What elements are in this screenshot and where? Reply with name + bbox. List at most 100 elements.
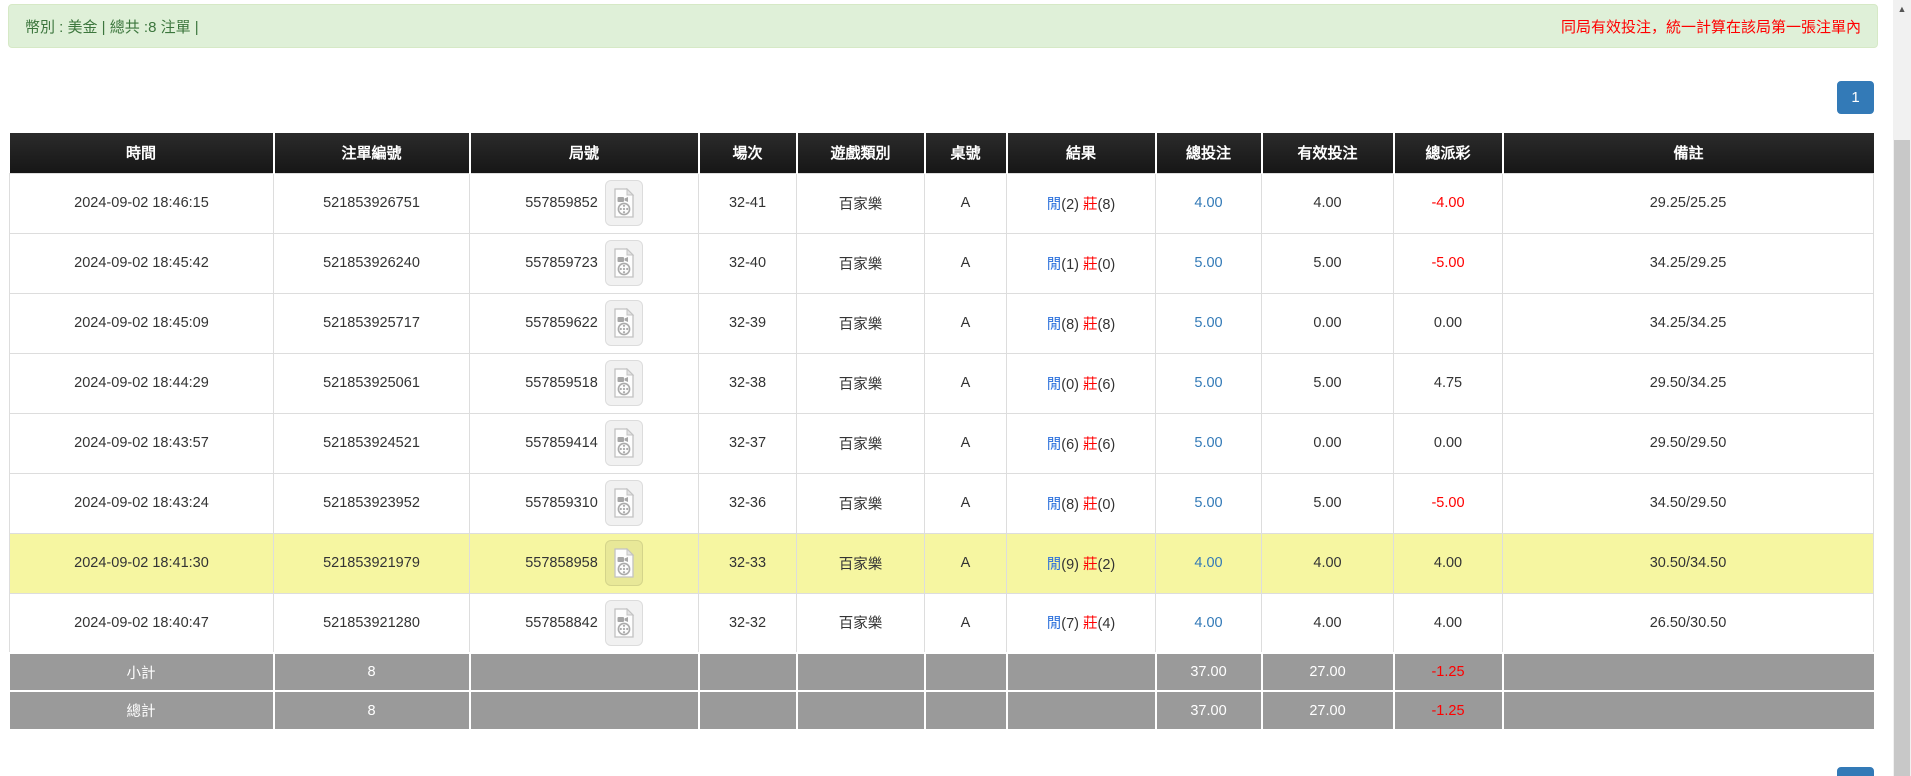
cell-bet-id: 521853925061 bbox=[273, 352, 470, 414]
video-replay-icon bbox=[614, 548, 634, 578]
footer-label: 小計 bbox=[9, 652, 275, 692]
cell-bet-id: 521853921979 bbox=[273, 532, 470, 594]
video-replay-icon bbox=[614, 188, 634, 218]
cell-round-id: 557858958 bbox=[469, 532, 699, 594]
footer-total-bet: 37.00 bbox=[1154, 652, 1263, 692]
replay-video-button[interactable] bbox=[604, 180, 643, 226]
total-bet-link[interactable]: 5.00 bbox=[1194, 435, 1222, 451]
video-replay-icon bbox=[614, 248, 634, 278]
total-bet-link[interactable]: 4.00 bbox=[1194, 195, 1222, 211]
result-player-label: 閒 bbox=[1046, 316, 1062, 333]
replay-video-button[interactable] bbox=[604, 360, 643, 406]
cell-time: 2024-09-02 18:45:42 bbox=[9, 232, 274, 294]
scrollbar-thumb[interactable] bbox=[1894, 140, 1910, 776]
result-banker-label: 莊 bbox=[1083, 376, 1098, 393]
cell-round-id: 557859414 bbox=[469, 412, 699, 474]
cell-remark: 34.25/34.25 bbox=[1502, 292, 1874, 354]
cell-total-bet: 4.00 bbox=[1155, 592, 1262, 654]
grand-total-row: 總計 8 37.00 27.00 -1.25 bbox=[9, 690, 1874, 729]
cell-table-no: A bbox=[924, 232, 1007, 294]
cell-payout: -5.00 bbox=[1393, 232, 1503, 294]
result-player-score: (2) bbox=[1061, 196, 1083, 213]
cell-remark: 29.25/25.25 bbox=[1502, 172, 1874, 234]
column-header-1: 時間 bbox=[9, 133, 274, 173]
total-bet-link[interactable]: 5.00 bbox=[1194, 495, 1222, 511]
bet-record-row: 2024-09-02 18:45:42 521853926240 557859723… bbox=[9, 232, 1874, 294]
vertical-scrollbar[interactable]: ▲ bbox=[1893, 0, 1911, 776]
cell-game-type: 百家樂 bbox=[796, 292, 925, 354]
result-player-label: 閒 bbox=[1046, 616, 1062, 633]
cell-total-bet: 4.00 bbox=[1155, 532, 1262, 594]
bet-record-row: 2024-09-02 18:40:47 521853921280 557858842… bbox=[9, 592, 1874, 654]
cell-total-bet: 5.00 bbox=[1155, 292, 1262, 354]
bet-record-row: 2024-09-02 18:45:09 521853925717 557859622… bbox=[9, 292, 1874, 354]
cell-round-id: 557859852 bbox=[469, 172, 699, 234]
cell-time: 2024-09-02 18:43:24 bbox=[9, 472, 274, 534]
currency-summary-text: 幣別 : 美金 | 總共 :8 注單 | bbox=[25, 18, 199, 36]
result-player-label: 閒 bbox=[1046, 256, 1062, 273]
result-player-score: (7) bbox=[1061, 616, 1083, 633]
total-bet-link[interactable]: 4.00 bbox=[1194, 615, 1222, 631]
result-banker-score: (8) bbox=[1097, 316, 1116, 333]
cell-time: 2024-09-02 18:41:30 bbox=[9, 532, 274, 594]
cell-session: 32-39 bbox=[698, 292, 797, 354]
column-header-8: 總投注 bbox=[1154, 133, 1262, 173]
bet-record-row: 2024-09-02 18:43:57 521853924521 557859414… bbox=[9, 412, 1874, 474]
cell-valid-bet: 0.00 bbox=[1261, 292, 1394, 354]
cell-round-id: 557858842 bbox=[469, 592, 699, 654]
footer-remark bbox=[1501, 690, 1874, 729]
cell-table-no: A bbox=[924, 412, 1007, 474]
footer-result bbox=[1005, 690, 1157, 729]
cell-valid-bet: 4.00 bbox=[1261, 592, 1394, 654]
footer-table-no bbox=[923, 690, 1008, 729]
result-player-label: 閒 bbox=[1046, 496, 1062, 513]
cell-bet-id: 521853926240 bbox=[273, 232, 470, 294]
bet-records-table-wrap: 時間 注單編號 局號 場次 遊戲類別 桌號 結果 總投注 有效投注 總派彩 備註 2024-09-0… bbox=[9, 133, 1874, 729]
result-banker-score: (0) bbox=[1097, 496, 1116, 513]
table-header-row: 時間 注單編號 局號 場次 遊戲類別 桌號 結果 總投注 有效投注 總派彩 備註 bbox=[9, 133, 1874, 173]
total-bet-link[interactable]: 5.00 bbox=[1194, 375, 1222, 391]
replay-video-button[interactable] bbox=[604, 240, 643, 286]
cell-total-bet: 5.00 bbox=[1155, 352, 1262, 414]
total-bet-link[interactable]: 4.00 bbox=[1194, 555, 1222, 571]
bet-record-row: 2024-09-02 18:44:29 521853925061 557859518… bbox=[9, 352, 1874, 414]
result-banker-label: 莊 bbox=[1083, 556, 1098, 573]
cell-remark: 29.50/29.50 bbox=[1502, 412, 1874, 474]
replay-video-button[interactable] bbox=[604, 599, 643, 646]
total-bet-link[interactable]: 5.00 bbox=[1194, 255, 1222, 271]
cell-result: 閒(0) 莊(6) bbox=[1006, 352, 1156, 414]
cell-payout: 4.75 bbox=[1393, 352, 1503, 414]
cell-result: 閒(8) 莊(0) bbox=[1006, 472, 1156, 534]
scroll-up-arrow-icon[interactable]: ▲ bbox=[1893, 0, 1911, 18]
cell-payout: 0.00 bbox=[1393, 292, 1503, 354]
cell-session: 32-37 bbox=[698, 412, 797, 474]
replay-video-button[interactable] bbox=[604, 480, 643, 526]
footer-remark bbox=[1501, 652, 1874, 692]
cell-remark: 34.50/29.50 bbox=[1502, 472, 1874, 534]
result-banker-label: 莊 bbox=[1083, 256, 1098, 273]
cell-table-no: A bbox=[924, 292, 1007, 354]
replay-video-button[interactable] bbox=[604, 420, 643, 466]
replay-video-button[interactable] bbox=[604, 300, 643, 346]
result-player-score: (1) bbox=[1061, 256, 1083, 273]
cell-game-type: 百家樂 bbox=[796, 172, 925, 234]
footer-round bbox=[468, 652, 700, 692]
video-replay-icon bbox=[614, 428, 634, 458]
result-player-score: (6) bbox=[1061, 436, 1083, 453]
replay-video-button[interactable] bbox=[604, 540, 643, 586]
cell-table-no: A bbox=[924, 592, 1007, 654]
cell-bet-id: 521853926751 bbox=[273, 172, 470, 234]
cell-result: 閒(6) 莊(6) bbox=[1006, 412, 1156, 474]
column-header-3: 局號 bbox=[468, 133, 699, 173]
cell-bet-id: 521853924521 bbox=[273, 412, 470, 474]
pagination-page-1-bottom[interactable]: 1 bbox=[1837, 767, 1874, 776]
cell-round-id: 557859518 bbox=[469, 352, 699, 414]
cell-remark: 30.50/34.50 bbox=[1502, 532, 1874, 594]
cell-bet-id: 521853925717 bbox=[273, 292, 470, 354]
pagination-page-1-top[interactable]: 1 bbox=[1837, 81, 1874, 114]
cell-result: 閒(7) 莊(4) bbox=[1006, 592, 1156, 654]
total-bet-link[interactable]: 5.00 bbox=[1194, 315, 1222, 331]
cell-result: 閒(8) 莊(8) bbox=[1006, 292, 1156, 354]
round-id-text: 557858958 bbox=[525, 554, 598, 571]
cell-payout: -5.00 bbox=[1393, 472, 1503, 534]
